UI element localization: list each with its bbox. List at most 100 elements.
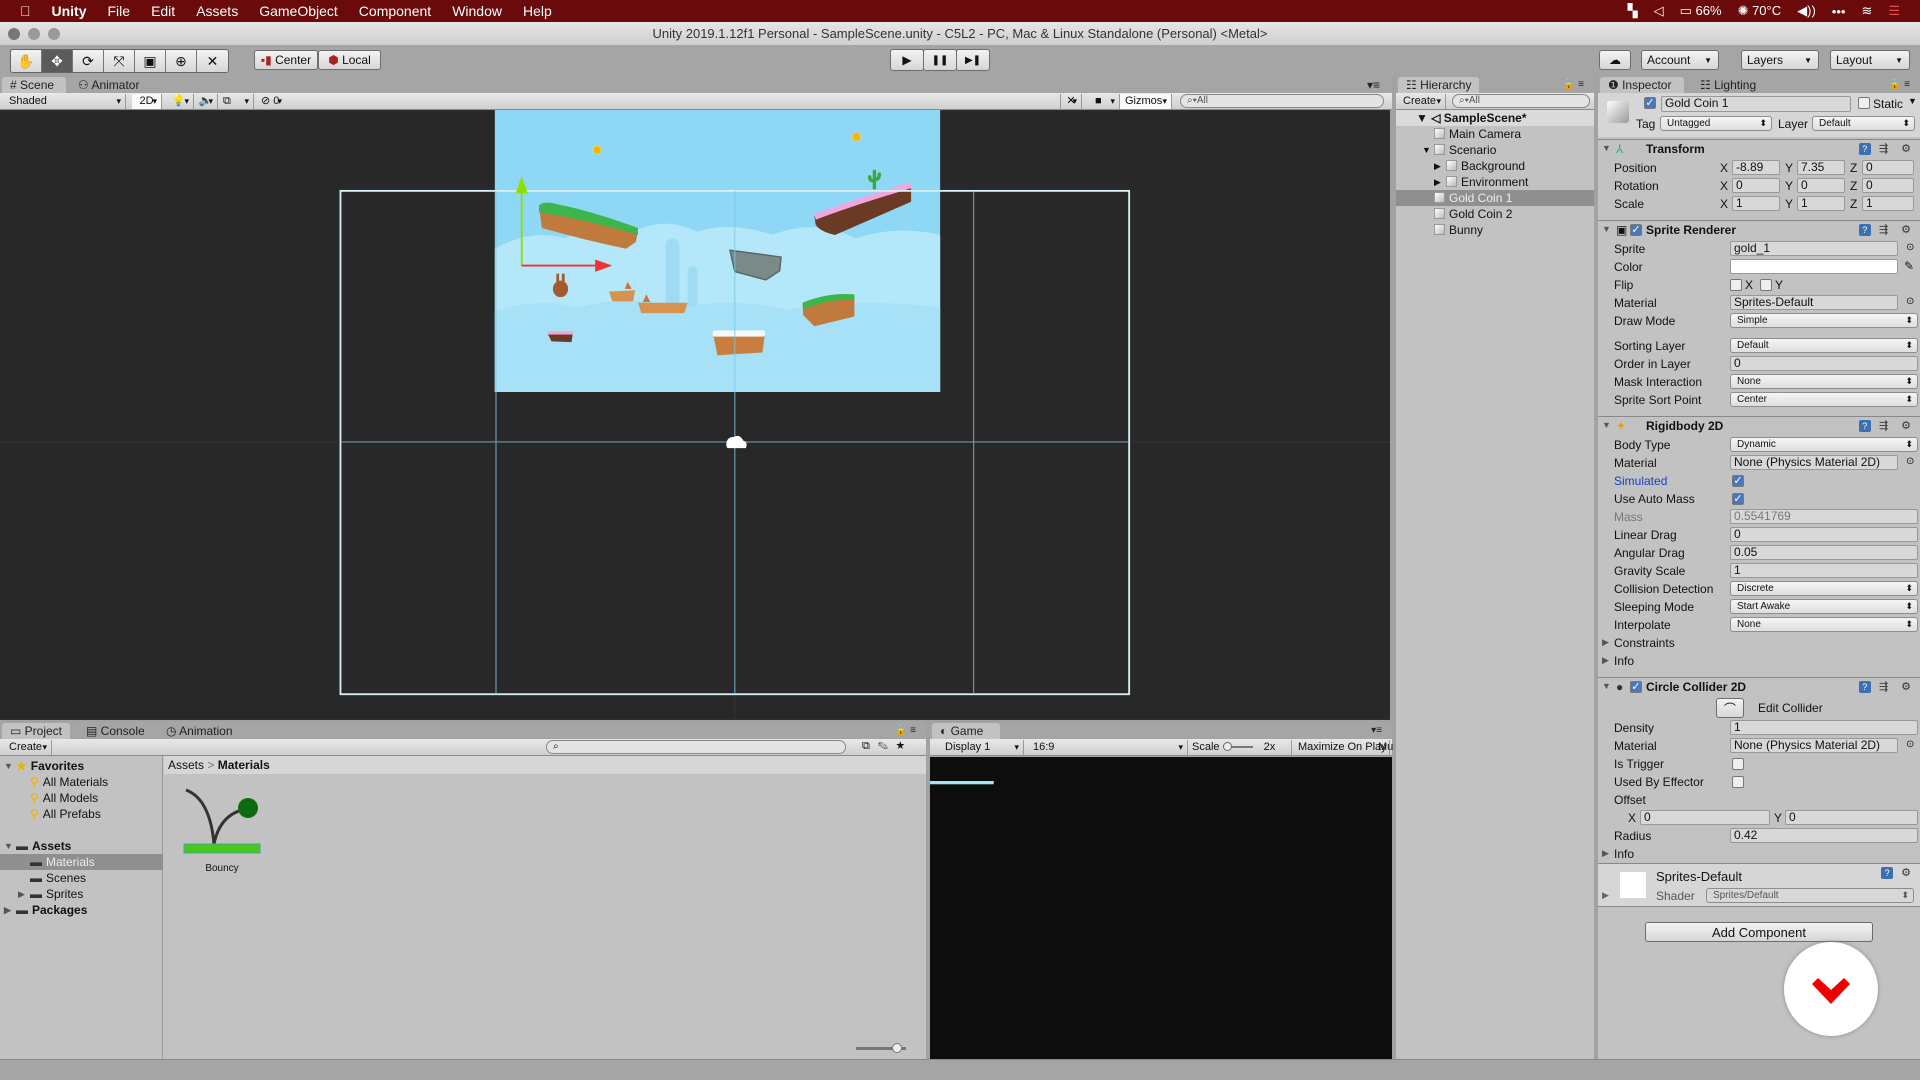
component-sprite-renderer[interactable]: ▼ ▣ ✓ Sprite Renderer ? ⇶ ⚙ bbox=[1598, 220, 1920, 240]
project-lock-icon[interactable]: 🔒 ≡ bbox=[887, 723, 924, 739]
object-field[interactable]: None (Physics Material 2D) bbox=[1730, 738, 1898, 753]
tag-dropdown[interactable]: Untagged bbox=[1660, 116, 1772, 131]
foldout-arrow-icon[interactable]: ▼ bbox=[1602, 143, 1611, 153]
foldout-arrow-icon[interactable]: ▼ bbox=[1602, 224, 1611, 234]
material-expand-icon[interactable]: ▶ bbox=[1602, 890, 1609, 901]
tab-animator[interactable]: ⚇ Animator bbox=[70, 77, 147, 93]
foldout-arrow-icon[interactable]: ▶ bbox=[1602, 637, 1609, 648]
project-filter-icons[interactable]: ⧉✎★ bbox=[862, 740, 913, 753]
field-info[interactable]: ▶ Info bbox=[1598, 845, 1920, 863]
active-checkbox[interactable]: ✓ bbox=[1644, 97, 1656, 109]
static-checkbox[interactable] bbox=[1858, 97, 1870, 109]
z-input[interactable]: 0 bbox=[1862, 160, 1914, 175]
more-icon[interactable]: ••• bbox=[1832, 4, 1846, 19]
component-enabled-checkbox[interactable]: ✓ bbox=[1630, 681, 1642, 693]
hand-tool-icon[interactable]: ✋ bbox=[11, 50, 42, 72]
audio-toggle-icon[interactable]: 🔈 bbox=[194, 94, 218, 109]
layout-dropdown[interactable]: Layout ▼ bbox=[1830, 50, 1910, 70]
effects-dropdown-icon[interactable]: ⧉ bbox=[218, 94, 254, 109]
material-settings-icon[interactable]: ? ⚙ bbox=[1881, 866, 1916, 879]
scene-search-input[interactable]: ⌕▾All bbox=[1180, 94, 1384, 108]
shading-mode-dropdown[interactable]: Shaded bbox=[4, 94, 126, 109]
layers-dropdown[interactable]: Layers ▼ bbox=[1741, 50, 1819, 70]
collapse-arrow-icon[interactable]: ▶ bbox=[4, 902, 11, 918]
tab-console[interactable]: ▤ Console bbox=[78, 723, 153, 739]
object-name-input[interactable]: Gold Coin 1 bbox=[1661, 96, 1851, 112]
value-input[interactable]: 1 bbox=[1730, 720, 1918, 735]
project-search-input[interactable]: ⌕ bbox=[546, 740, 846, 754]
menu-file[interactable]: File bbox=[108, 3, 131, 19]
panel-menu-icon[interactable]: ▾≡ bbox=[1359, 77, 1388, 93]
game-view[interactable] bbox=[930, 757, 1392, 1059]
checkbox[interactable] bbox=[1732, 776, 1744, 788]
eyedropper-icon[interactable]: ✎ bbox=[1904, 259, 1914, 273]
value-input[interactable]: 0 bbox=[1730, 527, 1918, 542]
project-tree-item[interactable]: ▶ ▬ Packages bbox=[0, 902, 163, 918]
menu-help[interactable]: Help bbox=[523, 3, 552, 19]
expand-arrow-icon[interactable]: ▼ bbox=[4, 838, 13, 854]
value-input[interactable]: 0 bbox=[1730, 356, 1918, 371]
menu-assets[interactable]: Assets bbox=[196, 3, 238, 19]
collapse-arrow-icon[interactable]: ▶ bbox=[1434, 174, 1441, 190]
asset-bouncy[interactable]: Bouncy bbox=[180, 784, 264, 884]
camera-dropdown-icon[interactable]: ■ bbox=[1090, 94, 1120, 109]
expand-arrow-icon[interactable]: ▼ bbox=[4, 758, 13, 774]
hierarchy-item[interactable]: Gold Coin 2 bbox=[1396, 206, 1594, 222]
x-input[interactable]: 1 bbox=[1732, 196, 1780, 211]
maximize-on-play-toggle[interactable]: Maximize On Play bbox=[1296, 740, 1390, 755]
hidden-objects-toggle[interactable]: ⊘ 0 bbox=[256, 94, 286, 109]
tab-inspector[interactable]: ❶ Inspector bbox=[1600, 77, 1684, 93]
move-tool-icon[interactable]: ✥ bbox=[42, 50, 73, 72]
play-button[interactable]: ▶ bbox=[890, 49, 924, 71]
layer-dropdown[interactable]: Default bbox=[1812, 116, 1915, 131]
hierarchy-item[interactable]: ▼ Scenario bbox=[1396, 142, 1594, 158]
object-picker-icon[interactable]: ⊙ bbox=[1906, 296, 1914, 307]
z-input[interactable]: 1 bbox=[1862, 196, 1914, 211]
scene-tools-icon[interactable]: ✕ bbox=[1060, 94, 1082, 109]
hierarchy-item[interactable]: ▶ Environment bbox=[1396, 174, 1594, 190]
value-dropdown[interactable]: Center bbox=[1730, 392, 1918, 407]
scale-tool-icon[interactable]: ⤧ bbox=[104, 50, 135, 72]
2d-toggle[interactable]: 2D bbox=[132, 94, 162, 109]
minimize-window-button[interactable] bbox=[28, 28, 40, 40]
foldout-arrow-icon[interactable]: ▼ bbox=[1602, 681, 1611, 691]
x-input[interactable]: -8.89 bbox=[1732, 160, 1780, 175]
window-manager-icon[interactable]: ▚ bbox=[1628, 3, 1638, 19]
object-field[interactable]: Sprites-Default bbox=[1730, 295, 1898, 310]
value-dropdown[interactable]: Start Awake bbox=[1730, 599, 1918, 614]
offset-x-input[interactable]: 0 bbox=[1640, 810, 1770, 825]
hierarchy-item[interactable]: Main Camera bbox=[1396, 126, 1594, 142]
offset-y-input[interactable]: 0 bbox=[1785, 810, 1918, 825]
icon-size-slider[interactable] bbox=[856, 1043, 906, 1053]
rect-tool-icon[interactable]: ▣ bbox=[135, 50, 166, 72]
component-rigidbody-2d[interactable]: ▼ ✦ Rigidbody 2D ? ⇶ ⚙ bbox=[1598, 416, 1920, 436]
wifi-icon[interactable]: ≋ bbox=[1861, 3, 1872, 19]
collapse-arrow-icon[interactable]: ▶ bbox=[1434, 158, 1441, 174]
z-input[interactable]: 0 bbox=[1862, 178, 1914, 193]
object-picker-icon[interactable]: ⊙ bbox=[1906, 242, 1914, 253]
tab-lighting[interactable]: ☷ Lighting bbox=[1692, 77, 1764, 93]
value-input[interactable]: 1 bbox=[1730, 563, 1918, 578]
notification-center-icon[interactable]: ☰ bbox=[1888, 3, 1900, 19]
component-enabled-checkbox[interactable]: ✓ bbox=[1630, 224, 1642, 236]
component-settings-icons[interactable]: ? ⇶ ⚙ bbox=[1858, 419, 1916, 432]
scene-view[interactable] bbox=[0, 110, 1390, 720]
collab-cloud-icon[interactable]: ☁ bbox=[1599, 50, 1631, 70]
tab-project[interactable]: ▭ Project bbox=[2, 723, 71, 739]
tab-game[interactable]: ◐ Game bbox=[932, 723, 1000, 739]
tab-animation[interactable]: ◷ Animation bbox=[158, 723, 241, 739]
component-transform[interactable]: ▼ ⅄ Transform ? ⇶ ⚙ bbox=[1598, 139, 1920, 159]
display-dropdown[interactable]: Display 1 bbox=[940, 740, 1024, 755]
flip-x-checkbox[interactable] bbox=[1730, 279, 1742, 291]
menu-window[interactable]: Window bbox=[452, 3, 502, 19]
close-window-button[interactable] bbox=[8, 28, 20, 40]
project-tree-item[interactable]: ▶ ▬ Sprites bbox=[0, 886, 163, 902]
step-button[interactable]: ▶❚ bbox=[956, 49, 990, 71]
pause-button[interactable]: ❚❚ bbox=[923, 49, 957, 71]
project-tree-item[interactable]: ⚲ All Prefabs bbox=[0, 806, 163, 822]
project-tree-item[interactable]: ▬ Scenes bbox=[0, 870, 163, 886]
shader-dropdown[interactable]: Sprites/Default bbox=[1706, 888, 1914, 903]
project-tree-item[interactable]: ⚲ All Models bbox=[0, 790, 163, 806]
value-dropdown[interactable]: Default bbox=[1730, 338, 1918, 353]
checkbox[interactable] bbox=[1732, 758, 1744, 770]
